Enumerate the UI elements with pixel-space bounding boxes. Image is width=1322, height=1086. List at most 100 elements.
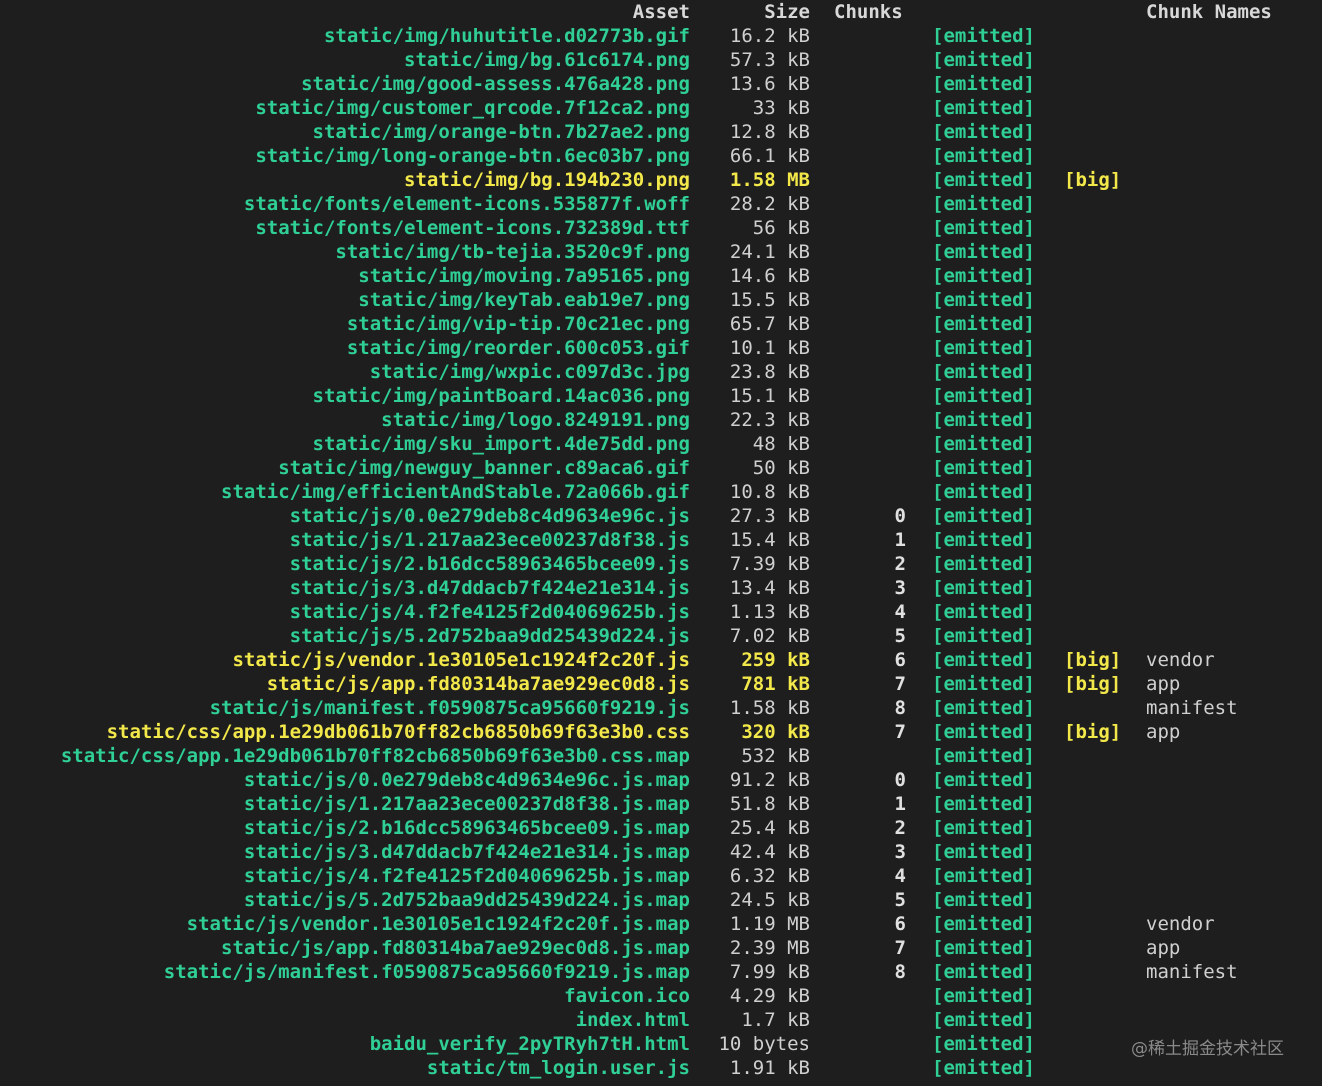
table-row: static/tm_login.user.js 1.91 kB [emitted] <box>0 1056 1322 1080</box>
table-row: static/css/app.1e29db061b70ff82cb6850b69… <box>0 744 1322 768</box>
asset-size: 4.29 kB <box>729 985 810 1007</box>
asset-size: 1.13 kB <box>729 601 810 623</box>
terminal-output: Asset Size Chunks Chunk Names static/img… <box>0 0 1322 1086</box>
chunk-id: 8 <box>894 697 906 719</box>
big-flag: [big] <box>1064 721 1122 743</box>
chunk-id: 2 <box>894 553 906 575</box>
asset-size: 16.2 kB <box>729 25 810 47</box>
asset-path: static/img/good-assess.476a428.png <box>301 73 690 95</box>
asset-size: 12.8 kB <box>729 121 810 143</box>
chunk-id: 5 <box>894 889 906 911</box>
asset-size: 15.5 kB <box>729 289 810 311</box>
chunk-id: 3 <box>894 577 906 599</box>
chunk-id: 6 <box>894 913 906 935</box>
emitted-status: [emitted] <box>932 937 1035 959</box>
table-row: static/img/sku_import.4de75dd.png 48 kB [e… <box>0 432 1322 456</box>
asset-size: 6.32 kB <box>729 865 810 887</box>
emitted-status: [emitted] <box>932 577 1035 599</box>
table-row: static/img/newguy_banner.c89aca6.gif 50 k… <box>0 456 1322 480</box>
emitted-status: [emitted] <box>932 1033 1035 1055</box>
table-row: static/js/1.217aa23ece00237d8f38.js 15.4 … <box>0 528 1322 552</box>
table-row: static/js/vendor.1e30105e1c1924f2c20f.js… <box>0 912 1322 936</box>
asset-path: static/img/newguy_banner.c89aca6.gif <box>278 457 690 479</box>
big-flag: [big] <box>1064 169 1122 191</box>
chunk-id: 4 <box>894 601 906 623</box>
asset-path: index.html <box>575 1009 690 1031</box>
emitted-status: [emitted] <box>932 721 1035 743</box>
asset-size: 10 bytes <box>718 1033 810 1055</box>
emitted-status: [emitted] <box>932 145 1035 167</box>
table-row: baidu_verify_2pyTRyh7tH.html 10 bytes [emi… <box>0 1032 1322 1056</box>
table-row: static/fonts/element-icons.535877f.woff 2… <box>0 192 1322 216</box>
emitted-status: [emitted] <box>932 745 1035 767</box>
asset-size: 65.7 kB <box>729 313 810 335</box>
big-flag: [big] <box>1064 649 1122 671</box>
emitted-status: [emitted] <box>932 121 1035 143</box>
table-row: static/img/vip-tip.70c21ec.png 65.7 kB [em… <box>0 312 1322 336</box>
table-row: static/img/logo.8249191.png 22.3 kB [emitt… <box>0 408 1322 432</box>
asset-size: 320 kB <box>741 721 810 743</box>
table-header: Asset Size Chunks Chunk Names <box>0 0 1322 24</box>
asset-size: 56 kB <box>752 217 810 239</box>
asset-path: static/js/3.d47ddacb7f424e21e314.js.map <box>243 841 690 863</box>
chunk-id: 2 <box>894 817 906 839</box>
asset-path: static/js/2.b16dcc58963465bcee09.js.map <box>243 817 690 839</box>
asset-size: 33 kB <box>752 97 810 119</box>
asset-size: 50 kB <box>752 457 810 479</box>
table-row: static/img/customer_qrcode.7f12ca2.png 33… <box>0 96 1322 120</box>
chunk-id: 3 <box>894 841 906 863</box>
table-row: index.html 1.7 kB [emitted] <box>0 1008 1322 1032</box>
emitted-status: [emitted] <box>932 217 1035 239</box>
asset-path: static/img/long-orange-btn.6ec03b7.png <box>255 145 690 167</box>
asset-path: favicon.ico <box>564 985 690 1007</box>
emitted-status: [emitted] <box>932 865 1035 887</box>
asset-size: 24.1 kB <box>729 241 810 263</box>
asset-path: static/js/3.d47ddacb7f424e21e314.js <box>289 577 690 599</box>
asset-size: 22.3 kB <box>729 409 810 431</box>
asset-path: static/img/reorder.600c053.gif <box>346 337 690 359</box>
asset-size: 66.1 kB <box>729 145 810 167</box>
asset-path: static/js/2.b16dcc58963465bcee09.js <box>289 553 690 575</box>
emitted-status: [emitted] <box>932 241 1035 263</box>
asset-path: static/img/huhutitle.d02773b.gif <box>323 25 690 47</box>
asset-path: static/img/moving.7a95165.png <box>358 265 690 287</box>
emitted-status: [emitted] <box>932 1057 1035 1079</box>
asset-path: static/js/vendor.1e30105e1c1924f2c20f.js… <box>186 913 690 935</box>
chunk-id: 7 <box>894 721 906 743</box>
chunk-name: app <box>1146 937 1181 959</box>
emitted-status: [emitted] <box>932 841 1035 863</box>
asset-size: 532 kB <box>741 745 810 767</box>
watermark-text: @稀土掘金技术社区 <box>1131 1039 1284 1059</box>
emitted-status: [emitted] <box>932 673 1035 695</box>
asset-path: static/js/0.0e279deb8c4d9634e96c.js <box>289 505 690 527</box>
column-header-size: Size <box>764 1 810 23</box>
chunk-id: 1 <box>894 793 906 815</box>
asset-size: 1.7 kB <box>741 1009 810 1031</box>
emitted-status: [emitted] <box>932 433 1035 455</box>
emitted-status: [emitted] <box>932 97 1035 119</box>
table-row: static/js/vendor.1e30105e1c1924f2c20f.js… <box>0 648 1322 672</box>
table-row: static/js/4.f2fe4125f2d04069625b.js 1.13 … <box>0 600 1322 624</box>
chunk-name: app <box>1146 721 1181 743</box>
asset-list: static/img/huhutitle.d02773b.gif 16.2 kB [… <box>0 24 1322 1080</box>
emitted-status: [emitted] <box>932 409 1035 431</box>
emitted-status: [emitted] <box>932 385 1035 407</box>
asset-size: 13.6 kB <box>729 73 810 95</box>
emitted-status: [emitted] <box>932 697 1035 719</box>
column-header-chunks: Chunks <box>834 1 903 23</box>
table-row: static/js/3.d47ddacb7f424e21e314.js.map 4… <box>0 840 1322 864</box>
table-row: static/fonts/element-icons.732389d.ttf 56… <box>0 216 1322 240</box>
emitted-status: [emitted] <box>932 625 1035 647</box>
emitted-status: [emitted] <box>932 769 1035 791</box>
emitted-status: [emitted] <box>932 481 1035 503</box>
table-row: static/img/tb-tejia.3520c9f.png 24.1 kB [e… <box>0 240 1322 264</box>
asset-size: 14.6 kB <box>729 265 810 287</box>
column-header-asset: Asset <box>632 1 690 23</box>
chunk-name: vendor <box>1146 913 1215 935</box>
big-flag: [big] <box>1064 673 1122 695</box>
asset-size: 1.58 kB <box>729 697 810 719</box>
asset-size: 25.4 kB <box>729 817 810 839</box>
table-row: static/js/app.fd80314ba7ae929ec0d8.js.ma… <box>0 936 1322 960</box>
emitted-status: [emitted] <box>932 649 1035 671</box>
chunk-id: 0 <box>894 505 906 527</box>
